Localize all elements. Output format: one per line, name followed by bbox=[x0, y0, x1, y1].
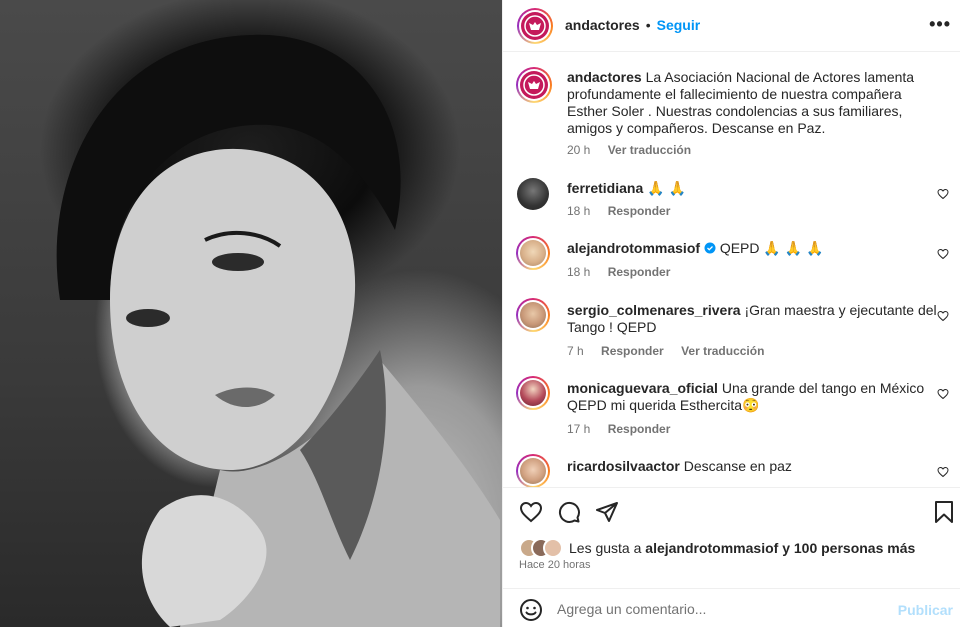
header-title-row: andactores • Seguir bbox=[565, 17, 700, 33]
follow-button[interactable]: Seguir bbox=[657, 17, 701, 33]
caption-translate-link[interactable]: Ver traducción bbox=[608, 143, 691, 157]
likes-summary: Les gusta a alejandrotommasiof y 100 per… bbox=[519, 538, 915, 558]
author-username[interactable]: andactores bbox=[565, 17, 640, 33]
comment-text: Descanse en paz bbox=[683, 458, 792, 474]
comment-item: sergio_colmenares_rivera ¡Gran maestra y… bbox=[516, 298, 949, 360]
publish-button[interactable]: Publicar bbox=[898, 602, 953, 618]
comment-item: ferretidiana 🙏 🙏 18 h Responder bbox=[517, 178, 949, 223]
caption-avatar[interactable] bbox=[516, 67, 552, 103]
commenter-avatar[interactable] bbox=[516, 454, 550, 488]
comment-text: QEPD 🙏 🙏 🙏 bbox=[719, 240, 824, 256]
ana-logo-icon bbox=[524, 15, 546, 37]
post-panel: andactores • Seguir ••• andactores La Asoc… bbox=[502, 0, 960, 627]
commenter-avatar[interactable] bbox=[517, 178, 549, 210]
author-avatar[interactable] bbox=[517, 8, 553, 44]
comment-username[interactable]: sergio_colmenares_rivera bbox=[567, 302, 741, 318]
comment-meta: 7 h Responder Ver traducción bbox=[567, 344, 778, 358]
verified-icon bbox=[704, 242, 716, 254]
translate-link[interactable]: Ver traducción bbox=[681, 344, 764, 358]
likes-user[interactable]: alejandrotommasiof bbox=[645, 540, 778, 556]
comment-body: sergio_colmenares_rivera ¡Gran maestra y… bbox=[567, 302, 937, 336]
comment-like-heart-icon[interactable] bbox=[937, 466, 949, 478]
commenter-avatar[interactable] bbox=[516, 298, 550, 332]
share-icon[interactable] bbox=[595, 500, 619, 524]
comment-meta: 18 h Responder bbox=[567, 204, 684, 218]
comment-body: ricardosilvaactor Descanse en paz bbox=[567, 458, 937, 475]
separator-dot: • bbox=[645, 17, 651, 33]
bookmark-icon[interactable] bbox=[933, 500, 955, 524]
comment-time[interactable]: 17 h bbox=[567, 422, 590, 436]
add-comment-bar: Agrega un comentario... Publicar bbox=[503, 588, 960, 627]
post-photo[interactable] bbox=[0, 0, 502, 627]
post-actions: Les gusta a alejandrotommasiof y 100 per… bbox=[503, 487, 960, 627]
comment-meta: 17 h Responder bbox=[567, 422, 684, 436]
comment-item: ricardosilvaactor Descanse en paz bbox=[516, 454, 949, 488]
comment-like-heart-icon[interactable] bbox=[937, 248, 949, 260]
comment-body: ferretidiana 🙏 🙏 bbox=[567, 180, 937, 197]
comment-item: alejandrotommasiof QEPD 🙏 🙏 🙏 18 h Respo… bbox=[516, 236, 949, 283]
comment-icon[interactable] bbox=[557, 500, 581, 524]
comment-body: monicaguevara_oficial Una grande del tan… bbox=[567, 380, 937, 414]
add-comment-input[interactable]: Agrega un comentario... bbox=[557, 601, 706, 617]
comment-item: monicaguevara_oficial Una grande del tan… bbox=[516, 376, 949, 438]
portrait-illustration bbox=[56, 34, 500, 627]
comment-time[interactable]: 7 h bbox=[567, 344, 584, 358]
caption-time[interactable]: 20 h bbox=[567, 143, 590, 157]
liker-avatar[interactable] bbox=[543, 538, 563, 558]
ana-logo-icon bbox=[523, 74, 545, 96]
comment-username[interactable]: ricardosilvaactor bbox=[567, 458, 680, 474]
commenter-avatar[interactable] bbox=[516, 376, 550, 410]
caption-username[interactable]: andactores bbox=[567, 69, 642, 85]
commenter-avatar[interactable] bbox=[516, 236, 550, 270]
comment-username[interactable]: monicaguevara_oficial bbox=[567, 380, 718, 396]
reply-link[interactable]: Responder bbox=[608, 204, 671, 218]
comment-text: 🙏 🙏 bbox=[647, 180, 686, 196]
caption: andactores La Asociación Nacional de Act… bbox=[516, 67, 937, 162]
comment-time[interactable]: 18 h bbox=[567, 204, 590, 218]
reply-link[interactable]: Responder bbox=[601, 344, 664, 358]
emoji-icon[interactable] bbox=[519, 598, 543, 622]
comment-like-heart-icon[interactable] bbox=[937, 388, 949, 400]
likes-suffix[interactable]: y 100 personas más bbox=[782, 540, 915, 556]
comment-time[interactable]: 18 h bbox=[567, 265, 590, 279]
comment-like-heart-icon[interactable] bbox=[937, 188, 949, 200]
post-time-ago[interactable]: Hace 20 horas bbox=[519, 559, 591, 571]
comment-like-heart-icon[interactable] bbox=[937, 310, 949, 322]
heart-icon[interactable] bbox=[519, 500, 543, 524]
comment-username[interactable]: ferretidiana bbox=[567, 180, 643, 196]
reply-link[interactable]: Responder bbox=[608, 422, 671, 436]
comment-body: alejandrotommasiof QEPD 🙏 🙏 🙏 bbox=[567, 240, 937, 257]
more-options-icon[interactable]: ••• bbox=[929, 14, 951, 35]
likes-prefix: Les gusta a bbox=[569, 540, 642, 556]
post-header: andactores • Seguir ••• bbox=[503, 0, 960, 52]
caption-body: andactores La Asociación Nacional de Act… bbox=[567, 69, 937, 137]
caption-meta: 20 h Ver traducción bbox=[567, 143, 705, 157]
reply-link[interactable]: Responder bbox=[608, 265, 671, 279]
comment-username[interactable]: alejandrotommasiof bbox=[567, 240, 700, 256]
comment-meta: 18 h Responder bbox=[567, 265, 684, 279]
